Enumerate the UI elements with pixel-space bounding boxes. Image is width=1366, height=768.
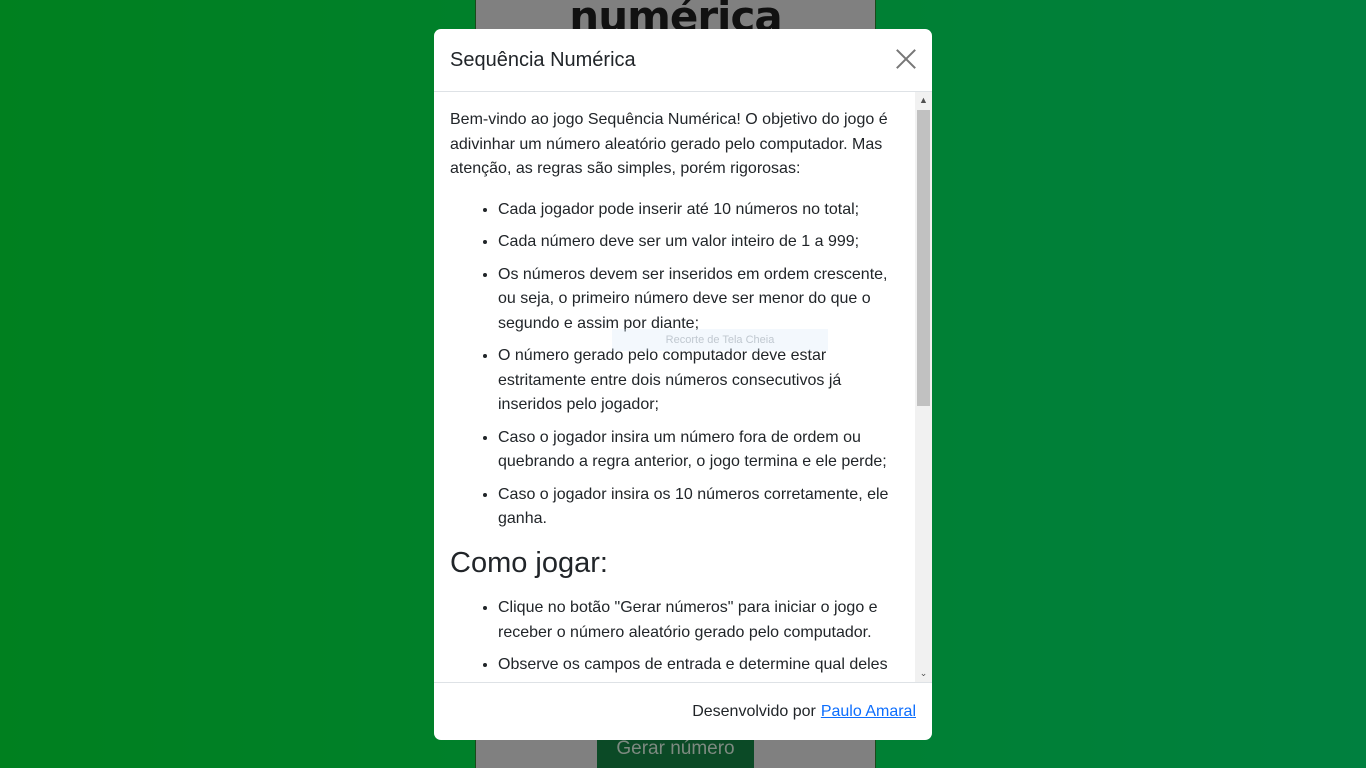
modal-scrollbar[interactable]: ▲ ⌄ (915, 92, 932, 682)
intro-text: Bem-vindo ao jogo Sequência Numérica! O … (450, 111, 888, 177)
modal-footer: Desenvolvido por Paulo Amaral (434, 682, 932, 740)
modal-title: Sequência Numérica (450, 48, 636, 71)
scroll-up-icon[interactable]: ▲ (915, 92, 932, 109)
list-item: Caso o jogador insira os 10 números corr… (498, 483, 899, 532)
footer-text: Desenvolvido por (692, 702, 816, 720)
list-item: Os números devem ser inseridos em ordem … (498, 263, 899, 337)
rules-modal: Sequência Numérica Bem-vindo ao jogo Seq… (434, 29, 932, 740)
screen-snip-watermark: Recorte de Tela Cheia (612, 329, 828, 351)
list-item: Observe os campos de entrada e determine… (498, 653, 899, 682)
list-item: Cada número deve ser um valor inteiro de… (498, 230, 899, 255)
modal-header: Sequência Numérica (434, 29, 932, 92)
close-icon[interactable] (894, 48, 918, 72)
list-item: O número gerado pelo computador deve est… (498, 344, 899, 418)
how-to-list: Clique no botão "Gerar números" para ini… (450, 596, 899, 682)
how-to-heading: Como jogar: (450, 546, 608, 579)
list-item: Caso o jogador insira um número fora de … (498, 426, 899, 475)
author-link[interactable]: Paulo Amaral (821, 703, 916, 721)
rules-list: Cada jogador pode inserir até 10 números… (450, 198, 899, 532)
list-item: Cada jogador pode inserir até 10 números… (498, 198, 899, 223)
scrollbar-thumb[interactable] (917, 110, 930, 406)
scroll-down-icon[interactable]: ⌄ (915, 665, 932, 682)
list-item: Clique no botão "Gerar números" para ini… (498, 596, 899, 645)
modal-body[interactable]: Bem-vindo ao jogo Sequência Numérica! O … (434, 92, 932, 682)
